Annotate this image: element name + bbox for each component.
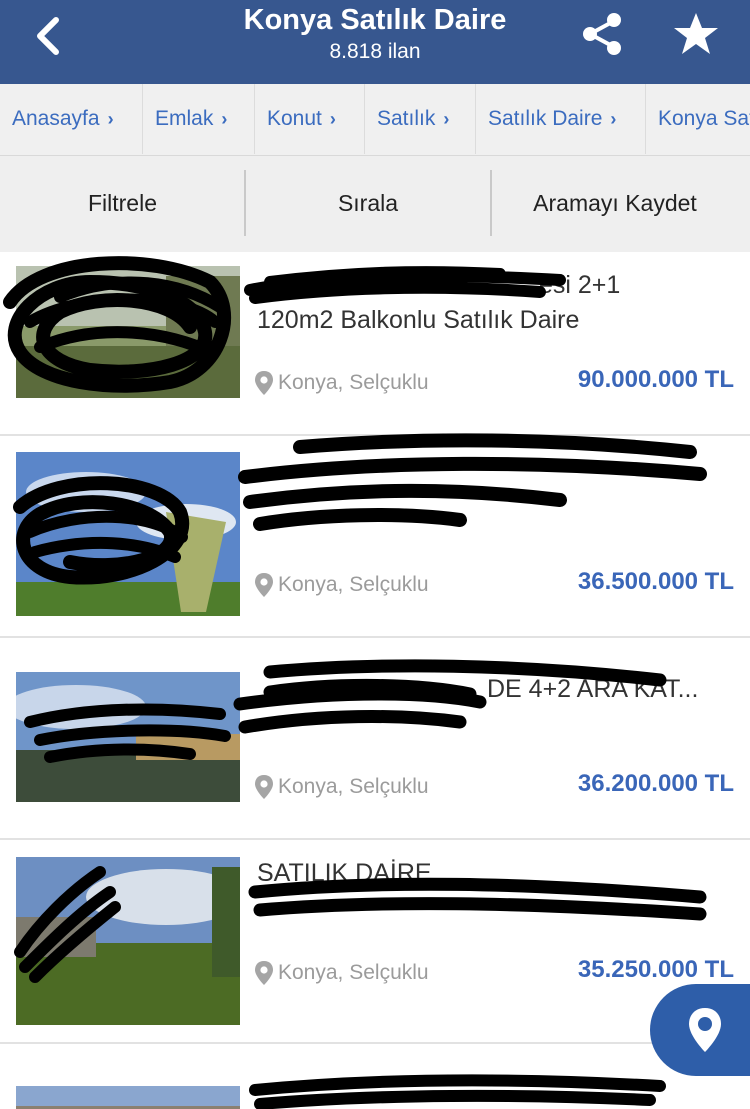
filter-button[interactable]: Filtrele [0, 170, 245, 236]
chevron-right-icon: › [107, 108, 114, 129]
listing-row[interactable]: Konya, Selçuklu 36.500.000 TL [0, 436, 750, 638]
save-search-button[interactable]: Aramayı Kaydet [492, 170, 738, 236]
listing-photo [16, 452, 240, 616]
listing-price: 36.200.000 TL [577, 770, 734, 797]
listing-photo [16, 1086, 240, 1109]
breadcrumb-item-emlak[interactable]: Emlak › [143, 84, 255, 154]
chevron-right-icon: › [443, 108, 450, 129]
location-pin-icon [255, 775, 273, 799]
share-icon [583, 13, 621, 55]
result-count: 8.818 ilan [329, 40, 421, 63]
listing-row[interactable]: DE 4+2 ARA KAT... Konya, Selçuklu 36.200… [0, 638, 750, 840]
listing-price: 36.500.000 TL [577, 568, 734, 595]
map-view-button[interactable] [650, 984, 750, 1076]
map-pin-icon [689, 1008, 721, 1052]
action-toolbar: Filtrele Sırala Aramayı Kaydet [0, 156, 750, 252]
breadcrumb-item-satilik[interactable]: Satılık › [365, 84, 476, 154]
listing-title: esi 2+1 120m2 Balkonlu Satılık Daire [257, 271, 621, 334]
star-icon [674, 13, 718, 54]
listing-row[interactable]: esi 2+1 120m2 Balkonlu Satılık Daire Kon… [0, 252, 750, 436]
listing-location: Konya, Selçuklu [254, 774, 429, 800]
location-pin-icon [255, 371, 273, 395]
chevron-right-icon: › [610, 108, 617, 129]
listing-price: 90.000.000 TL [577, 366, 734, 393]
listing-photo [16, 672, 240, 802]
listing-title: DE 4+2 ARA KAT... [487, 675, 699, 703]
top-app-bar: Konya Satılık Daire 8.818 ilan [0, 0, 750, 84]
breadcrumb-item-satilik-daire[interactable]: Satılık Daire › [476, 84, 646, 154]
listing-row[interactable] [0, 1044, 750, 1109]
listing-price: 35.250.000 TL [577, 956, 734, 983]
breadcrumb-item-anasayfa[interactable]: Anasayfa › [0, 84, 143, 154]
page-title: Konya Satılık Daire [243, 4, 507, 36]
breadcrumb-item-konya-satilik-daire[interactable]: Konya Satılık Daire [646, 84, 750, 154]
sort-button[interactable]: Sırala [246, 170, 490, 236]
breadcrumb: Anasayfa › Emlak › Konut › Satılık › Satılık… [0, 84, 750, 156]
favorite-button[interactable] [672, 10, 720, 58]
listing-title: SATILIK DAİRE [257, 859, 432, 887]
listing-photo [16, 266, 240, 398]
header-titles: Konya Satılık Daire 8.818 ilan [0, 2, 750, 66]
location-pin-icon [255, 961, 273, 985]
listing-location: Konya, Selçuklu [254, 572, 429, 598]
listing-row[interactable]: SATILIK DAİRE Konya, Selçuklu 35.250.000… [0, 840, 750, 1044]
listing-location: Konya, Selçuklu [254, 960, 429, 986]
share-button[interactable] [578, 10, 626, 58]
listing-location: Konya, Selçuklu [254, 370, 429, 396]
chevron-right-icon: › [329, 108, 336, 129]
location-pin-icon [255, 573, 273, 597]
listing-photo [16, 857, 240, 1025]
breadcrumb-item-konut[interactable]: Konut › [255, 84, 365, 154]
chevron-right-icon: › [221, 108, 228, 129]
